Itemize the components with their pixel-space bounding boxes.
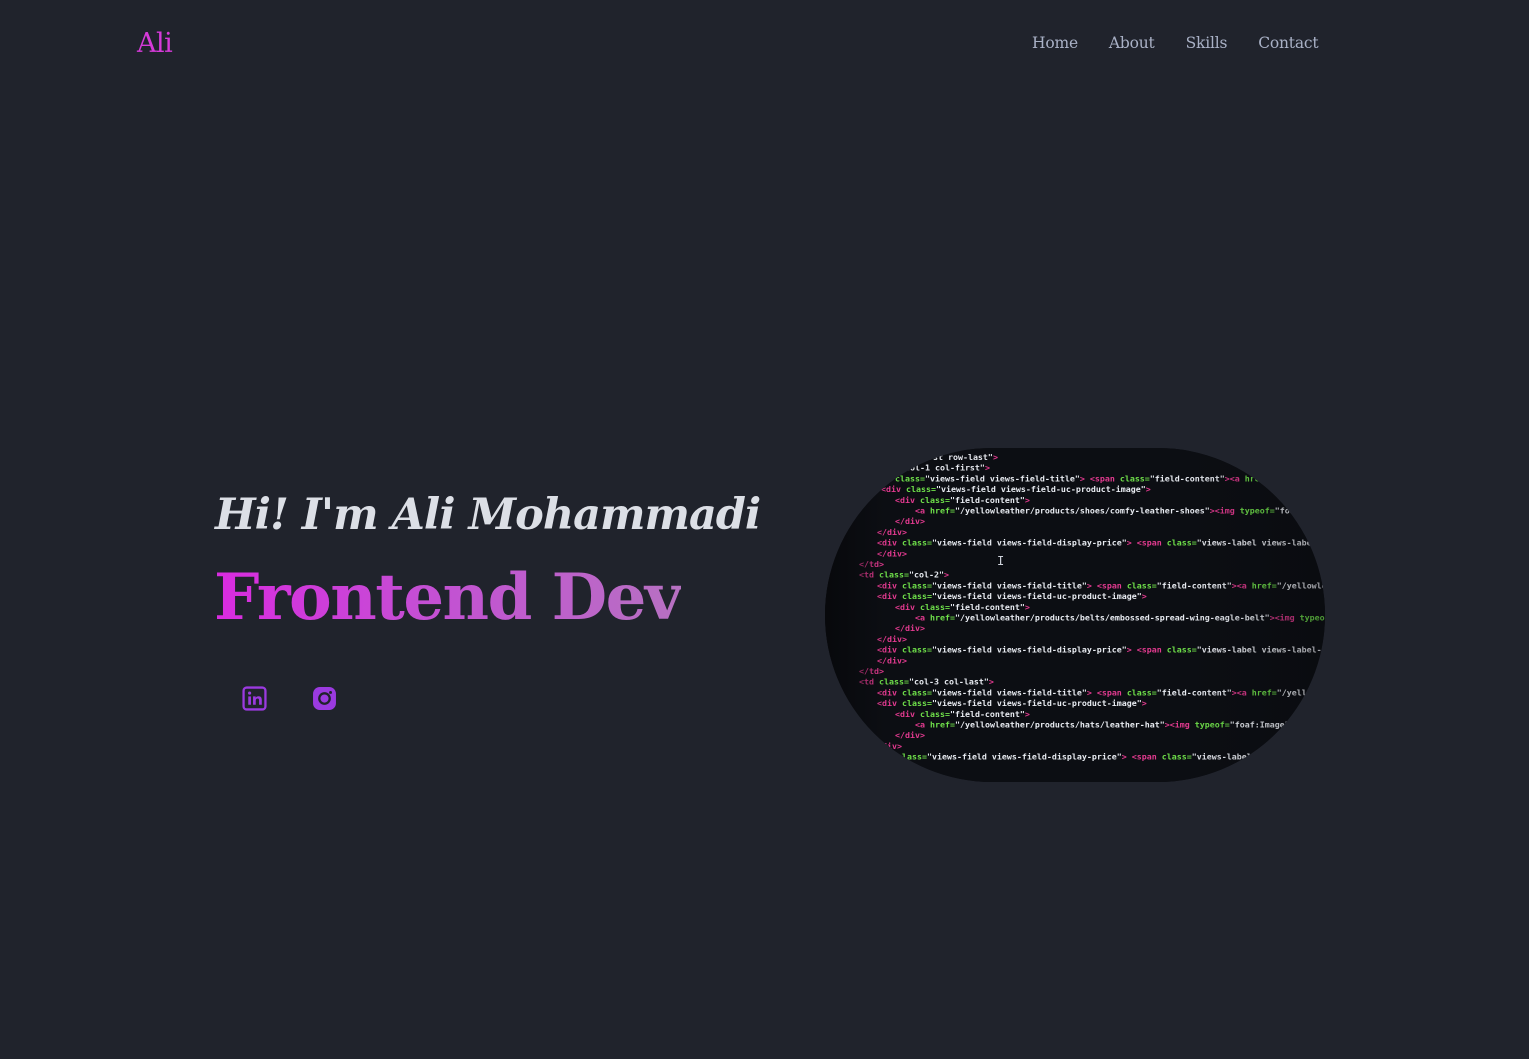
code-screen-graphic: -first row-last">col-1 col-first">class=…	[825, 448, 1325, 782]
nav-link-skills[interactable]: Skills	[1186, 34, 1228, 52]
social-links	[242, 686, 337, 711]
hero-code-image: -first row-last">col-1 col-first">class=…	[825, 448, 1325, 782]
instagram-link[interactable]	[312, 686, 337, 711]
site-logo[interactable]: Ali	[137, 28, 173, 59]
linkedin-link[interactable]	[242, 686, 267, 711]
nav-link-about[interactable]: About	[1109, 34, 1155, 52]
instagram-icon	[313, 687, 336, 710]
nav-link-contact[interactable]: Contact	[1258, 34, 1318, 52]
hero-role-title: Frontend Dev	[214, 560, 682, 635]
svg-text:I: I	[997, 554, 1004, 568]
nav-link-home[interactable]: Home	[1032, 34, 1078, 52]
hero-greeting: Hi! I'm Ali Mohammadi	[215, 490, 761, 540]
linkedin-icon	[242, 686, 267, 711]
main-nav: Home About Skills Contact	[1032, 34, 1319, 52]
